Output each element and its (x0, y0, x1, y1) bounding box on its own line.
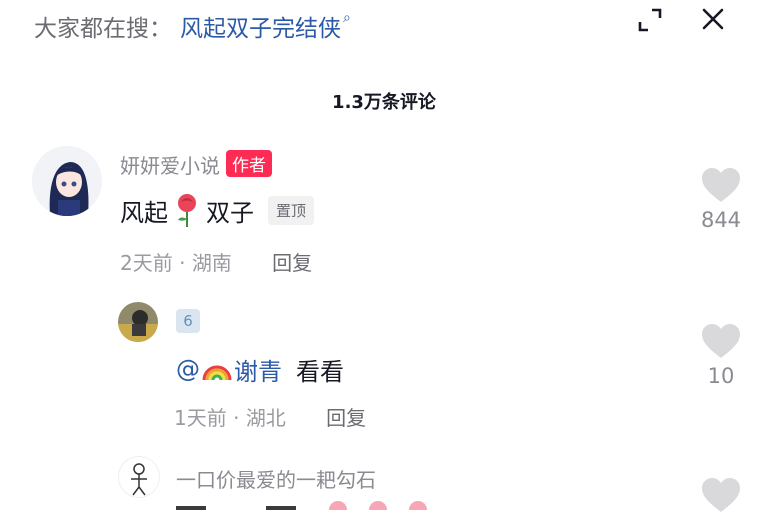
heart-emoji-row (176, 501, 427, 510)
comment-text: 风起 双子 置顶 (120, 190, 315, 230)
comment-text: @ 谢青 看看 (176, 350, 344, 388)
avatar[interactable] (118, 302, 158, 342)
like-button[interactable]: 844 (690, 166, 752, 232)
comment-text-part: 风起 (120, 198, 168, 227)
rainbow-icon (202, 365, 232, 381)
rose-icon (178, 194, 196, 227)
like-count: 844 (700, 208, 742, 232)
comment-text-part: 看看 (296, 357, 344, 386)
comments-count: 1.3万条评论 (332, 92, 436, 113)
search-term-link[interactable]: 风起双子完结侠 (180, 9, 341, 43)
separator-dot: · (179, 251, 192, 275)
comment-meta: 2天前 · 湖南 回复 (120, 247, 312, 276)
comment-header: 一口价最爱的一耙勾石 (176, 464, 376, 493)
avatar-image (119, 457, 159, 497)
search-prefix: 大家都在搜： (34, 16, 172, 42)
username[interactable]: 一口价最爱的一耙勾石 (176, 468, 376, 492)
comment-text-partial (176, 500, 456, 510)
comment-location: 湖南 (191, 251, 232, 275)
author-badge: 作者 (226, 150, 272, 177)
like-button[interactable]: 10 (690, 322, 752, 388)
reply-button[interactable]: 回复 (326, 406, 366, 430)
pinned-badge: 置顶 (268, 195, 315, 225)
heart-icon[interactable] (700, 476, 742, 514)
avatar-image (32, 146, 102, 216)
username[interactable]: 6 (176, 309, 200, 333)
avatar[interactable] (118, 456, 160, 498)
comment-location: 湖北 (245, 406, 286, 430)
comment-time: 1天前 (174, 406, 227, 430)
username[interactable]: 妍妍爱小说 (120, 154, 220, 178)
avatar-image (118, 302, 158, 342)
comment-time: 2天前 (120, 251, 173, 275)
search-suggestion[interactable]: 大家都在搜： 风起双子完结侠 ⌕ (34, 8, 351, 44)
comment-meta: 1天前 · 湖北 回复 (174, 402, 366, 431)
reply-button[interactable]: 回复 (272, 251, 312, 275)
expand-icon[interactable] (636, 6, 664, 34)
mention-name[interactable]: 谢青 (234, 352, 282, 387)
like-button[interactable] (690, 476, 752, 518)
comment-text-part: 双子 (206, 198, 254, 227)
comment-header: 6 (176, 309, 200, 333)
avatar[interactable] (32, 146, 102, 216)
mention-prefix[interactable]: @ (176, 355, 200, 383)
comment-header: 妍妍爱小说 作者 (120, 150, 272, 179)
close-icon[interactable] (698, 4, 728, 34)
heart-icon[interactable] (700, 166, 742, 204)
search-icon: ⌕ (343, 10, 351, 26)
heart-icon[interactable] (700, 322, 742, 360)
like-count: 10 (707, 364, 735, 388)
separator-dot: · (233, 406, 246, 430)
